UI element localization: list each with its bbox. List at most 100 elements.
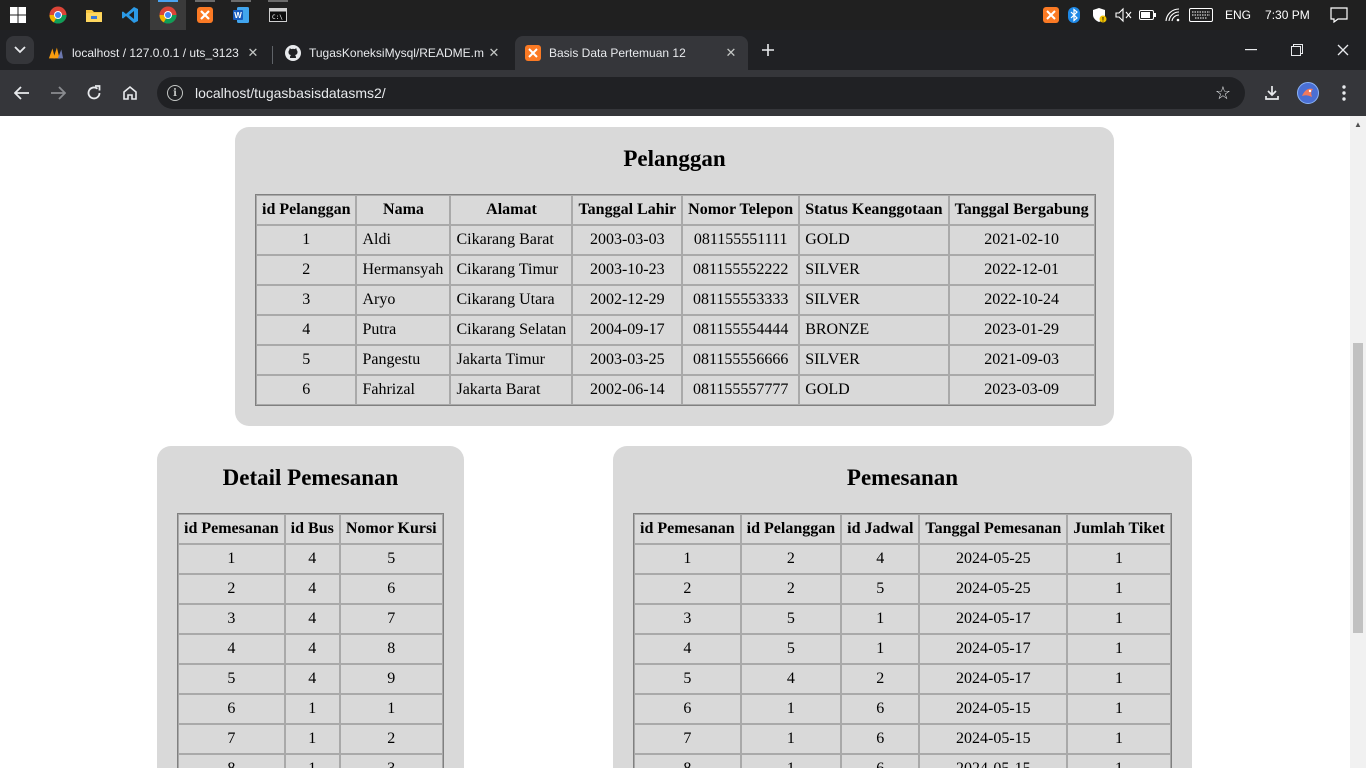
table-cell: 3 (256, 285, 357, 315)
language-indicator[interactable]: ENG (1225, 8, 1251, 22)
column-header: Status Keanggotaan (799, 195, 949, 225)
xampp-tray-icon[interactable] (1043, 7, 1059, 23)
table-cell: 6 (339, 574, 443, 604)
xampp-taskbar-icon[interactable] (187, 0, 223, 30)
table-cell: 2003-10-23 (572, 255, 683, 285)
table-cell: 6 (841, 724, 920, 754)
tab-title: TugasKoneksiMysql/README.m (309, 46, 484, 60)
table-cell: 2021-02-10 (948, 225, 1095, 255)
tab-search-chevron-icon[interactable] (6, 36, 34, 64)
detail-pemesanan-table: id Pemesanan id Bus Nomor Kursi 14524634… (177, 513, 444, 768)
security-shield-icon[interactable]: ! (1091, 7, 1107, 24)
home-icon[interactable] (116, 79, 144, 107)
notification-icon[interactable] (1330, 7, 1348, 24)
pemesanan-table: id Pemesanan id Pelanggan id Jadwal Tang… (633, 513, 1172, 768)
column-header: id Pemesanan (634, 514, 741, 544)
site-info-icon[interactable]: i (167, 85, 183, 101)
table-cell: 2024-05-17 (919, 664, 1068, 694)
windows-start-icon[interactable] (0, 0, 36, 30)
table-cell: 5 (634, 664, 741, 694)
column-header: Nomor Kursi (339, 514, 443, 544)
table-row: 3 Aryo Cikarang Utara 2002-12-29 08115555333… (256, 285, 1095, 315)
table-cell: 2 (339, 724, 443, 754)
bluetooth-icon[interactable] (1068, 7, 1080, 23)
vscode-icon[interactable] (112, 0, 148, 30)
table-row: 2 2 5 2024-05-25 1 (634, 574, 1171, 604)
back-arrow-icon[interactable] (8, 79, 36, 107)
tab-github[interactable]: TugasKoneksiMysql/README.m ✕ (275, 36, 511, 70)
table-cell: 7 (339, 604, 443, 634)
column-header: Nomor Telepon (682, 195, 800, 225)
volume-muted-icon[interactable] (1114, 7, 1132, 23)
battery-icon[interactable] (1139, 9, 1157, 21)
table-cell: 8 (178, 754, 285, 768)
column-header: Tanggal Pemesanan (919, 514, 1068, 544)
table-row: 6 1 6 2024-05-15 1 (634, 694, 1171, 724)
table-cell: 081155557777 (682, 375, 800, 405)
scroll-up-arrow-icon[interactable]: ▲ (1353, 120, 1363, 130)
wifi-icon[interactable] (1165, 8, 1181, 22)
column-header: Alamat (450, 195, 573, 225)
table-cell: Fahrizal (356, 375, 451, 405)
table-row: 2 Hermansyah Cikarang Timur 2003-10-23 08115… (256, 255, 1095, 285)
table-cell: 1 (740, 754, 842, 768)
chrome-active-taskbar-icon[interactable] (150, 0, 186, 30)
table-cell: 2024-05-15 (919, 754, 1068, 768)
table-cell: 7 (634, 724, 741, 754)
table-cell: 2022-12-01 (948, 255, 1095, 285)
word-icon[interactable]: W (223, 0, 259, 30)
column-header: id Jadwal (841, 514, 920, 544)
new-tab-plus-icon[interactable] (754, 36, 782, 64)
table-cell: 5 (740, 634, 842, 664)
menu-kebab-icon[interactable] (1330, 79, 1358, 107)
table-cell: SILVER (799, 285, 949, 315)
table-cell: Pangestu (356, 345, 451, 375)
table-cell: 1 (284, 694, 340, 724)
tab-close-icon[interactable]: ✕ (244, 45, 262, 61)
table-cell: Putra (356, 315, 451, 345)
table-cell: 2023-01-29 (948, 315, 1095, 345)
table-cell: 4 (284, 664, 340, 694)
tab-basis-data[interactable]: Basis Data Pertemuan 12 ✕ (515, 36, 748, 70)
file-explorer-icon[interactable] (76, 0, 112, 30)
tab-phpmyadmin[interactable]: localhost / 127.0.0.1 / uts_3123 ✕ (38, 36, 270, 70)
table-cell: Aldi (356, 225, 451, 255)
address-bar[interactable]: i localhost/tugasbasisdatasms2/ ☆ (157, 77, 1245, 109)
profile-avatar[interactable] (1294, 79, 1322, 107)
table-row: 712 (178, 724, 443, 754)
clock[interactable]: 7:30 PM (1265, 8, 1310, 22)
table-cell: Hermansyah (356, 255, 451, 285)
table-cell: 4 (740, 664, 842, 694)
reload-icon[interactable] (80, 79, 108, 107)
forward-arrow-icon[interactable] (44, 79, 72, 107)
terminal-icon[interactable]: C:\ (260, 0, 296, 30)
table-cell: 6 (841, 754, 920, 768)
restore-icon[interactable] (1283, 36, 1311, 64)
table-row: 145 (178, 544, 443, 574)
table-row: 549 (178, 664, 443, 694)
table-cell: 6 (634, 694, 741, 724)
table-cell: 5 (841, 574, 920, 604)
column-header: Tanggal Lahir (572, 195, 683, 225)
table-cell: 081155552222 (682, 255, 800, 285)
table-cell: 1 (1067, 574, 1171, 604)
page-scrollbar[interactable]: ▲ (1350, 116, 1366, 768)
table-cell: 2024-05-17 (919, 634, 1068, 664)
table-cell: 4 (256, 315, 357, 345)
minimize-icon[interactable] (1237, 36, 1265, 64)
close-window-icon[interactable] (1329, 36, 1357, 64)
table-cell: 1 (1067, 544, 1171, 574)
scrollbar-thumb[interactable] (1353, 343, 1363, 633)
chrome-taskbar-icon[interactable] (40, 0, 76, 30)
table-cell: Jakarta Barat (450, 375, 573, 405)
xampp-icon (525, 45, 541, 61)
download-icon[interactable] (1258, 79, 1286, 107)
table-cell: 5 (256, 345, 357, 375)
bookmark-star-icon[interactable]: ☆ (1215, 83, 1231, 104)
table-row: 5 4 2 2024-05-17 1 (634, 664, 1171, 694)
url-text[interactable]: localhost/tugasbasisdatasms2/ (195, 85, 1215, 101)
keyboard-icon[interactable] (1189, 8, 1213, 22)
tab-close-icon[interactable]: ✕ (485, 45, 503, 61)
tab-close-icon[interactable]: ✕ (722, 45, 740, 61)
table-cell: Cikarang Timur (450, 255, 573, 285)
